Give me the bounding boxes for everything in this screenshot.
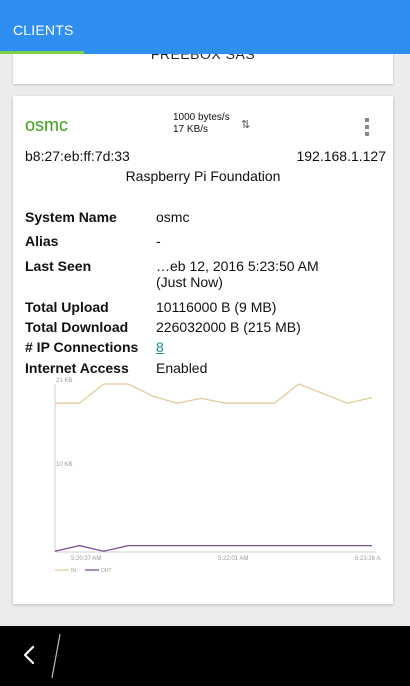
legend-label: OUT xyxy=(101,568,112,574)
detail-value: Enabled xyxy=(156,360,208,376)
last-seen-relative: (Just Now) xyxy=(156,274,223,290)
y-tick-label: 21 KB xyxy=(56,378,72,384)
traffic-chart: 21 KB 10 KB 5:20:37 AM 5:22:01 AM 5:23:26 AM… xyxy=(25,376,385,588)
navigation-bar xyxy=(0,626,410,686)
detail-label: Total Upload xyxy=(25,299,109,315)
detail-label: System Name xyxy=(25,209,117,225)
detail-label: Alias xyxy=(25,233,59,249)
x-tick-label: 5:23:26 AM xyxy=(355,556,381,562)
transfer-rate: 1000 bytes/s 17 KB/s xyxy=(173,112,230,136)
app-bar: CLIENTS xyxy=(0,0,410,54)
ip-connections-link[interactable]: 8 xyxy=(156,339,164,355)
nav-divider-icon xyxy=(51,633,61,679)
download-rate: 1000 bytes/s xyxy=(173,112,230,123)
tab-clients[interactable]: CLIENTS xyxy=(13,22,74,38)
client-name: osmc xyxy=(25,115,69,135)
detail-label: Total Download xyxy=(25,319,129,335)
last-seen-time: …eb 12, 2016 5:23:50 AM xyxy=(156,258,319,274)
detail-label: Last Seen xyxy=(25,258,92,274)
traffic-chart-svg: 21 KB 10 KB 5:20:37 AM 5:22:01 AM 5:23:26 AM… xyxy=(54,378,385,574)
detail-value: 226032000 B (215 MB) xyxy=(156,319,301,335)
transfer-arrows-icon: ⇅ xyxy=(241,119,251,131)
overflow-menu-icon[interactable] xyxy=(361,116,373,140)
detail-value: - xyxy=(156,233,161,249)
x-tick-label: 5:22:01 AM xyxy=(218,556,248,562)
detail-value: …eb 12, 2016 5:23:50 AM (Just Now) xyxy=(156,258,396,290)
upload-rate: 17 KB/s xyxy=(173,124,209,135)
ip-address: 192.168.1.127 xyxy=(296,148,386,164)
mac-address: b8:27:eb:ff:7d:33 xyxy=(25,148,130,164)
y-tick-label: 10 KB xyxy=(56,462,72,468)
back-icon[interactable] xyxy=(18,643,42,667)
series-line-in xyxy=(55,383,373,404)
x-tick-label: 5:20:37 AM xyxy=(71,556,101,562)
series-line-out xyxy=(54,544,372,552)
detail-value: osmc xyxy=(156,209,190,225)
detail-value: 10116000 B (9 MB) xyxy=(156,299,277,315)
detail-label: Internet Access xyxy=(25,360,129,376)
client-card[interactable]: osmc 1000 bytes/s 17 KB/s ⇅ b8:27:eb:ff:… xyxy=(13,96,393,604)
legend-label: IN xyxy=(71,568,76,574)
vendor-name: Raspberry Pi Foundation xyxy=(125,168,281,184)
tab-indicator xyxy=(0,51,84,54)
detail-label: # IP Connections xyxy=(25,339,139,355)
